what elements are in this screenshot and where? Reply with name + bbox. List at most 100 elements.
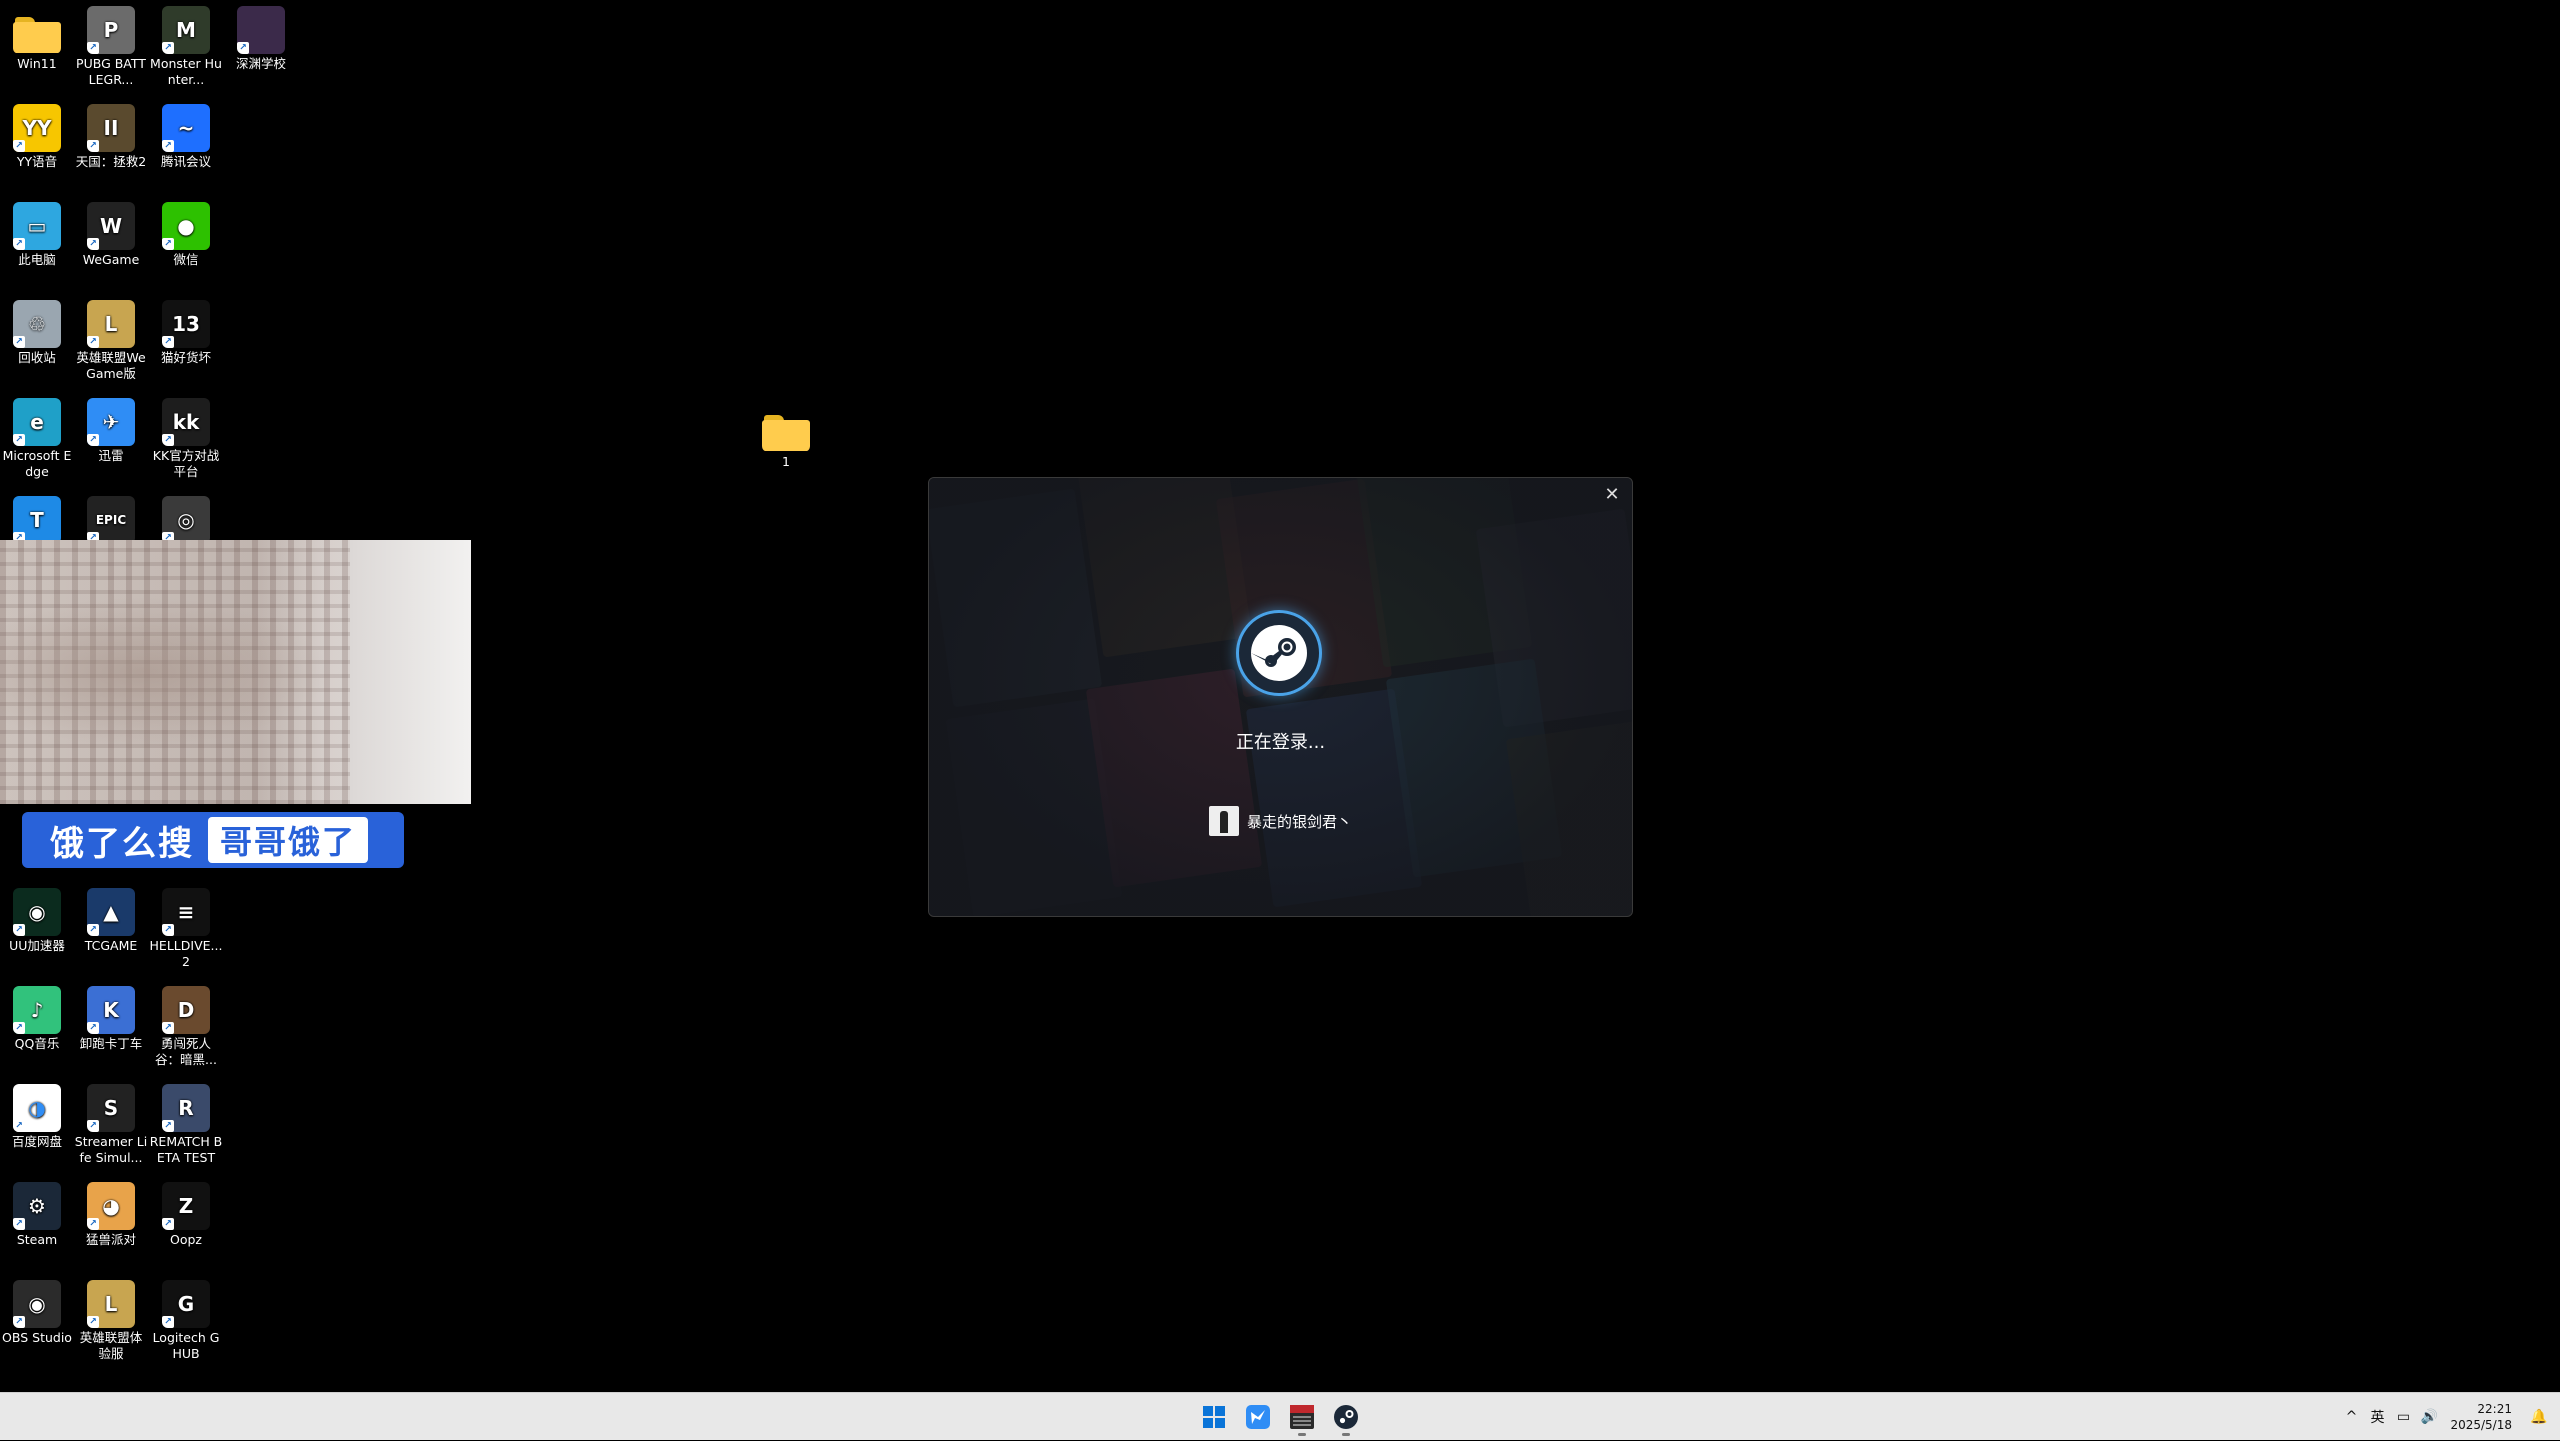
shortcut-arrow-icon: ↗ xyxy=(87,434,99,446)
webcam-background xyxy=(350,540,471,804)
desktop-icon-label: Logitech G HUB xyxy=(152,1330,220,1361)
desktop-icon-label: 迅雷 xyxy=(98,448,124,463)
desktop-folder-1[interactable]: 1 xyxy=(749,398,823,470)
volume-icon[interactable]: 🔊 xyxy=(2416,1409,2442,1425)
shortcut-arrow-icon: ↗ xyxy=(162,1218,174,1230)
desktop-icon-league-pbe[interactable]: L ↗ 英雄联盟体验服 xyxy=(74,1274,148,1362)
desktop-icon-rematch[interactable]: R ↗ REMATCH BETA TEST xyxy=(149,1078,223,1166)
streamer-life-icon: S ↗ xyxy=(87,1084,135,1132)
desktop-icon-label: TCGAME xyxy=(84,938,138,953)
shortcut-arrow-icon: ↗ xyxy=(162,42,174,54)
qq-music-icon: ♪ ↗ xyxy=(13,986,61,1034)
desktop-icon-game-cover[interactable]: ↗ 深渊学校 xyxy=(224,0,298,72)
desktop-icon-epic-games[interactable]: EPIC ↗ xyxy=(74,490,148,546)
desktop-icon-tencent-meeting[interactable]: ~ ↗ 腾讯会议 xyxy=(149,98,223,170)
desktop-icon-qq-music[interactable]: ♪ ↗ QQ音乐 xyxy=(0,980,74,1052)
obs-icon: ◉ ↗ xyxy=(13,1280,61,1328)
shortcut-arrow-icon: ↗ xyxy=(13,1218,25,1230)
desktop-folder-label: 1 xyxy=(782,454,790,469)
desktop-icon-edge[interactable]: e ↗ Microsoft Edge xyxy=(0,392,74,480)
desktop-icon-streamer-life[interactable]: S ↗ Streamer Life Simul... xyxy=(74,1078,148,1166)
desktop-icon-obs[interactable]: ◉ ↗ OBS Studio xyxy=(0,1274,74,1346)
baidu-pan-icon: ◑ ↗ xyxy=(13,1084,61,1132)
taskbar-thunder[interactable] xyxy=(1238,1397,1278,1437)
steam-icon: ⚙ ↗ xyxy=(13,1182,61,1230)
desktop-icon-label: WeGame xyxy=(82,252,140,267)
desktop-icon-game-badge[interactable]: ◎ ↗ xyxy=(149,490,223,546)
clock-date: 2025/5/18 xyxy=(2450,1418,2512,1432)
desktop-icon-game-13[interactable]: 13 ↗ 猫好货坏 xyxy=(149,294,223,366)
desktop-icon-dead-valley[interactable]: D ↗ 勇闯死人谷：暗黑... xyxy=(149,980,223,1068)
shortcut-arrow-icon: ↗ xyxy=(13,140,25,152)
pubg-icon: P ↗ xyxy=(87,6,135,54)
desktop-icon-kk[interactable]: kk ↗ KK官方对战平台 xyxy=(149,392,223,480)
game-badge-icon: ◎ ↗ xyxy=(162,496,210,544)
shortcut-arrow-icon: ↗ xyxy=(87,1120,99,1132)
kk-icon: kk ↗ xyxy=(162,398,210,446)
clock[interactable]: 22:21 2025/5/18 xyxy=(2450,1401,2512,1433)
edge-icon: e ↗ xyxy=(13,398,61,446)
desktop-icon-label: HELLDIVE... 2 xyxy=(149,938,223,969)
rematch-icon: R ↗ xyxy=(162,1084,210,1132)
uu-icon: ◉ ↗ xyxy=(13,888,61,936)
shortcut-arrow-icon: ↗ xyxy=(162,1120,174,1132)
desktop-icon-uu[interactable]: ◉ ↗ UU加速器 xyxy=(0,882,74,954)
desktop-icon-baidu-pan[interactable]: ◑ ↗ 百度网盘 xyxy=(0,1078,74,1150)
login-user: 暴走的银剑君丶 xyxy=(929,806,1632,836)
desktop-icon-label: OBS Studio xyxy=(2,1330,72,1345)
desktop-icon-recycle-bin[interactable]: ♲ ↗ 回收站 xyxy=(0,294,74,366)
desktop-icon-label: YY语音 xyxy=(16,154,58,169)
shortcut-arrow-icon: ↗ xyxy=(87,42,99,54)
kart-icon: K ↗ xyxy=(87,986,135,1034)
wechat-icon: ● ↗ xyxy=(162,202,210,250)
desktop-icon-app-cut[interactable]: T ↗ xyxy=(0,490,74,546)
close-button[interactable]: ✕ xyxy=(1600,482,1624,506)
desktop-icon-label: QQ音乐 xyxy=(14,1036,60,1051)
start-button[interactable] xyxy=(1194,1397,1234,1437)
recycle-bin-icon: ♲ ↗ xyxy=(13,300,61,348)
desktop-icon-oopz[interactable]: Z ↗ Oopz xyxy=(149,1176,223,1248)
desktop-icon-label: Win11 xyxy=(17,56,57,71)
banner-highlight: 哥哥饿了 xyxy=(208,817,369,863)
desktop-icon-wechat[interactable]: ● ↗ 微信 xyxy=(149,196,223,268)
taskbar-steam[interactable] xyxy=(1326,1397,1366,1437)
desktop-icon-label: 微信 xyxy=(173,252,199,267)
desktop-icon-folder[interactable]: Win11 xyxy=(0,0,74,72)
shortcut-arrow-icon: ↗ xyxy=(162,238,174,250)
game-13-icon: 13 ↗ xyxy=(162,300,210,348)
shortcut-arrow-icon: ↗ xyxy=(162,140,174,152)
network-icon[interactable]: ▭ xyxy=(2390,1409,2416,1425)
taskbar-voicemeeter[interactable] xyxy=(1282,1397,1322,1437)
oopz-icon: Z ↗ xyxy=(162,1182,210,1230)
tencent-meeting-icon: ~ ↗ xyxy=(162,104,210,152)
ime-indicator[interactable]: 英 xyxy=(2364,1407,2390,1427)
desktop-icon-logitech[interactable]: G ↗ Logitech G HUB xyxy=(149,1274,223,1362)
desktop-icon-pubg[interactable]: P ↗ PUBG BATTLEGR... xyxy=(74,0,148,88)
voicemeeter-icon xyxy=(1290,1405,1314,1429)
notification-icon[interactable]: 🔔 xyxy=(2526,1409,2552,1425)
desktop-icon-yy[interactable]: YY ↗ YY语音 xyxy=(0,98,74,170)
desktop-icon-label: 英雄联盟WeGame版 xyxy=(76,350,146,381)
desktop-icon-tcgame[interactable]: ▲ ↗ TCGAME xyxy=(74,882,148,954)
windows-icon xyxy=(1203,1406,1225,1428)
desktop-icon-thunder[interactable]: ✈ ↗ 迅雷 xyxy=(74,392,148,464)
desktop-icon-helldivers[interactable]: ≡ ↗ HELLDIVE... 2 xyxy=(149,882,223,970)
computer-icon: ▭ ↗ xyxy=(13,202,61,250)
taskbar: ^ 英 ▭ 🔊 22:21 2025/5/18 🔔 xyxy=(0,1392,2560,1440)
desktop-icon-monster-hunter[interactable]: M ↗ Monster Hunter... xyxy=(149,0,223,88)
desktop-icon-kart[interactable]: K ↗ 卸跑卡丁车 xyxy=(74,980,148,1052)
desktop-icon-party-animals[interactable]: ◕ ↗ 猛兽派对 xyxy=(74,1176,148,1248)
league-icon: L ↗ xyxy=(87,300,135,348)
steam-login-window[interactable]: ✕ 正在登录... 暴走的银剑君丶 xyxy=(928,477,1633,917)
dead-valley-icon: D ↗ xyxy=(162,986,210,1034)
tray-chevron-icon[interactable]: ^ xyxy=(2338,1409,2364,1425)
monster-hunter-icon: M ↗ xyxy=(162,6,210,54)
shortcut-arrow-icon: ↗ xyxy=(13,1316,25,1328)
desktop-icon-league[interactable]: L ↗ 英雄联盟WeGame版 xyxy=(74,294,148,382)
desktop-icon-label: 猫好货坏 xyxy=(160,350,211,365)
desktop-icon-steam[interactable]: ⚙ ↗ Steam xyxy=(0,1176,74,1248)
desktop-icon-computer[interactable]: ▭ ↗ 此电脑 xyxy=(0,196,74,268)
desktop-icon-kingdom-come[interactable]: II ↗ 天国：拯救2 xyxy=(74,98,148,170)
desktop-icon-wegame[interactable]: W ↗ WeGame xyxy=(74,196,148,268)
desktop-icon-label: 英雄联盟体验服 xyxy=(79,1330,143,1361)
